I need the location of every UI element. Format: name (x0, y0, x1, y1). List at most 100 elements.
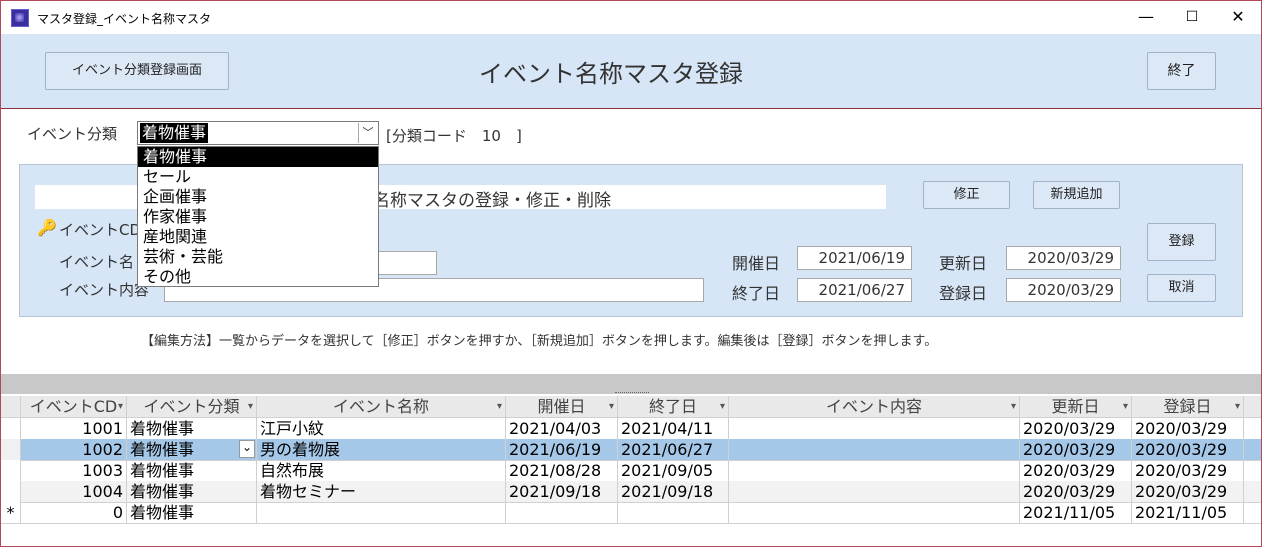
cell-start[interactable]: 2021/06/19 (506, 439, 618, 460)
cell-name[interactable]: 男の着物展 (257, 439, 506, 460)
cell-end[interactable]: 2021/06/27 (618, 439, 729, 460)
record-selector[interactable] (1, 418, 21, 439)
cell-cd[interactable]: 1001 (21, 418, 127, 439)
new-button[interactable]: 新規追加 (1033, 181, 1120, 209)
close-button[interactable]: ✕ (1215, 1, 1261, 33)
record-selector[interactable] (1, 460, 21, 481)
cell-end[interactable]: 2021/04/11 (618, 418, 729, 439)
cell-registered[interactable]: 2021/11/05 (1132, 502, 1244, 523)
category-combobox-value: 着物催事 (140, 123, 209, 143)
cell-category[interactable]: 着物催事 (127, 481, 257, 502)
cell-end[interactable]: 2021/09/05 (618, 460, 729, 481)
column-header[interactable]: イベント分類 ▾ (127, 396, 257, 417)
cell-start[interactable] (506, 502, 618, 523)
cell-start[interactable]: 2021/04/03 (506, 418, 618, 439)
cell-registered[interactable]: 2020/03/29 (1132, 460, 1244, 481)
column-header[interactable]: イベント内容 ▾ (729, 396, 1020, 417)
category-filter-label: イベント分類 (27, 125, 118, 143)
cell-content[interactable] (729, 418, 1020, 439)
maximize-button[interactable]: ☐ (1169, 1, 1215, 33)
exit-button[interactable]: 終了 (1147, 52, 1216, 90)
sort-filter-icon[interactable]: ▾ (1011, 396, 1016, 417)
column-header[interactable]: イベント名称 ▾ (257, 396, 506, 417)
cell-updated[interactable]: 2020/03/29 (1020, 418, 1132, 439)
column-header-label: イベント名称 (332, 397, 429, 416)
column-header[interactable]: イベントCD ▾ (21, 396, 127, 417)
table-row[interactable]: 1003 着物催事 自然布展 2021/08/28 2021/09/05 2020/03/… (1, 460, 1261, 482)
cell-content[interactable] (729, 502, 1020, 523)
dropdown-option[interactable]: その他 (138, 267, 378, 287)
cell-cd[interactable]: 1002 (21, 439, 127, 460)
page-title: イベント名称マスタ登録 (479, 60, 743, 88)
cell-content[interactable] (729, 481, 1020, 502)
column-header[interactable]: 更新日 ▾ (1020, 396, 1132, 417)
dropdown-option[interactable]: 産地関連 (138, 227, 378, 247)
sort-filter-icon[interactable]: ▾ (118, 396, 123, 417)
registered-date-field: 2020/03/29 (1006, 278, 1121, 302)
select-all-corner[interactable] (1, 396, 21, 417)
category-combobox[interactable]: 着物催事 ﹀ (137, 121, 379, 145)
sort-filter-icon[interactable]: ▾ (1235, 396, 1240, 417)
event-content-label: イベント内容 (59, 281, 150, 299)
cell-name[interactable]: 江戸小紋 (257, 418, 506, 439)
column-header[interactable]: 終了日 ▾ (618, 396, 729, 417)
table-header: イベントCD ▾ イベント分類 ▾ イベント名称 ▾ 開催日 ▾ 終了日 ▾ イベント内容 ▾ 更新日 ▾… (1, 396, 1261, 418)
sort-filter-icon[interactable]: ▾ (609, 396, 614, 417)
minimize-button[interactable]: — (1123, 1, 1169, 33)
record-selector[interactable] (1, 439, 21, 460)
end-date-field[interactable]: 2021/06/27 (797, 278, 912, 302)
cell-registered[interactable]: 2020/03/29 (1132, 481, 1244, 502)
cell-category[interactable]: 着物催事 (127, 460, 257, 481)
banner-text: 名称マスタの登録・修正・削除 (373, 191, 611, 211)
sort-filter-icon[interactable]: ▾ (1123, 396, 1128, 417)
table-row[interactable]: 1004 着物催事 着物セミナー 2021/09/18 2021/09/18 2020/0… (1, 481, 1261, 503)
cancel-button[interactable]: 取消 (1147, 274, 1216, 302)
new-record-row[interactable]: * 0 着物催事 2021/11/05 2021/11/05 (1, 502, 1261, 524)
chevron-down-icon[interactable]: ⌄ (239, 440, 255, 458)
sort-filter-icon[interactable]: ▾ (497, 396, 502, 417)
cell-updated[interactable]: 2021/11/05 (1020, 502, 1132, 523)
record-selector[interactable] (1, 481, 21, 502)
cell-end[interactable] (618, 502, 729, 523)
start-date-field[interactable]: 2021/06/19 (797, 246, 912, 270)
splitter-grip[interactable] (615, 392, 649, 395)
end-date-label: 終了日 (732, 284, 781, 303)
cell-cd[interactable]: 0 (21, 502, 127, 523)
sort-filter-icon[interactable]: ▾ (720, 396, 725, 417)
sort-filter-icon[interactable]: ▾ (248, 396, 253, 417)
cell-content[interactable] (729, 460, 1020, 481)
dropdown-option[interactable]: 作家催事 (138, 207, 378, 227)
app-icon (11, 9, 29, 27)
category-register-button[interactable]: イベント分類登録画面 (45, 52, 229, 90)
column-header[interactable]: 開催日 ▾ (506, 396, 618, 417)
table-row[interactable]: 1002 着物催事 ⌄ 男の着物展 2021/06/19 2021/06/27 2020/0… (1, 439, 1261, 461)
cell-updated[interactable]: 2020/03/29 (1020, 460, 1132, 481)
chevron-down-icon[interactable]: ﹀ (358, 123, 377, 143)
cell-end[interactable]: 2021/09/18 (618, 481, 729, 502)
cell-name[interactable]: 着物セミナー (257, 481, 506, 502)
cell-cd[interactable]: 1004 (21, 481, 127, 502)
cell-name[interactable] (257, 502, 506, 523)
cell-category[interactable]: 着物催事 (127, 502, 257, 523)
cell-updated[interactable]: 2020/03/29 (1020, 481, 1132, 502)
column-header[interactable]: 登録日 ▾ (1132, 396, 1244, 417)
register-button[interactable]: 登録 (1147, 223, 1216, 261)
cell-registered[interactable]: 2020/03/29 (1132, 439, 1244, 460)
edit-button[interactable]: 修正 (923, 181, 1010, 209)
cell-cd[interactable]: 1003 (21, 460, 127, 481)
cell-registered[interactable]: 2020/03/29 (1132, 418, 1244, 439)
table-row[interactable]: 1001 着物催事 江戸小紋 2021/04/03 2021/04/11 2020/03/… (1, 418, 1261, 440)
section-splitter[interactable] (1, 374, 1261, 394)
cell-start[interactable]: 2021/09/18 (506, 481, 618, 502)
record-selector[interactable]: * (1, 502, 21, 523)
dropdown-option[interactable]: 着物催事 (138, 147, 378, 167)
cell-category[interactable]: 着物催事 (127, 439, 257, 460)
cell-category[interactable]: 着物催事 (127, 418, 257, 439)
dropdown-option[interactable]: セール (138, 167, 378, 187)
cell-content[interactable] (729, 439, 1020, 460)
cell-updated[interactable]: 2020/03/29 (1020, 439, 1132, 460)
dropdown-option[interactable]: 芸術・芸能 (138, 247, 378, 267)
dropdown-option[interactable]: 企画催事 (138, 187, 378, 207)
cell-start[interactable]: 2021/08/28 (506, 460, 618, 481)
cell-name[interactable]: 自然布展 (257, 460, 506, 481)
